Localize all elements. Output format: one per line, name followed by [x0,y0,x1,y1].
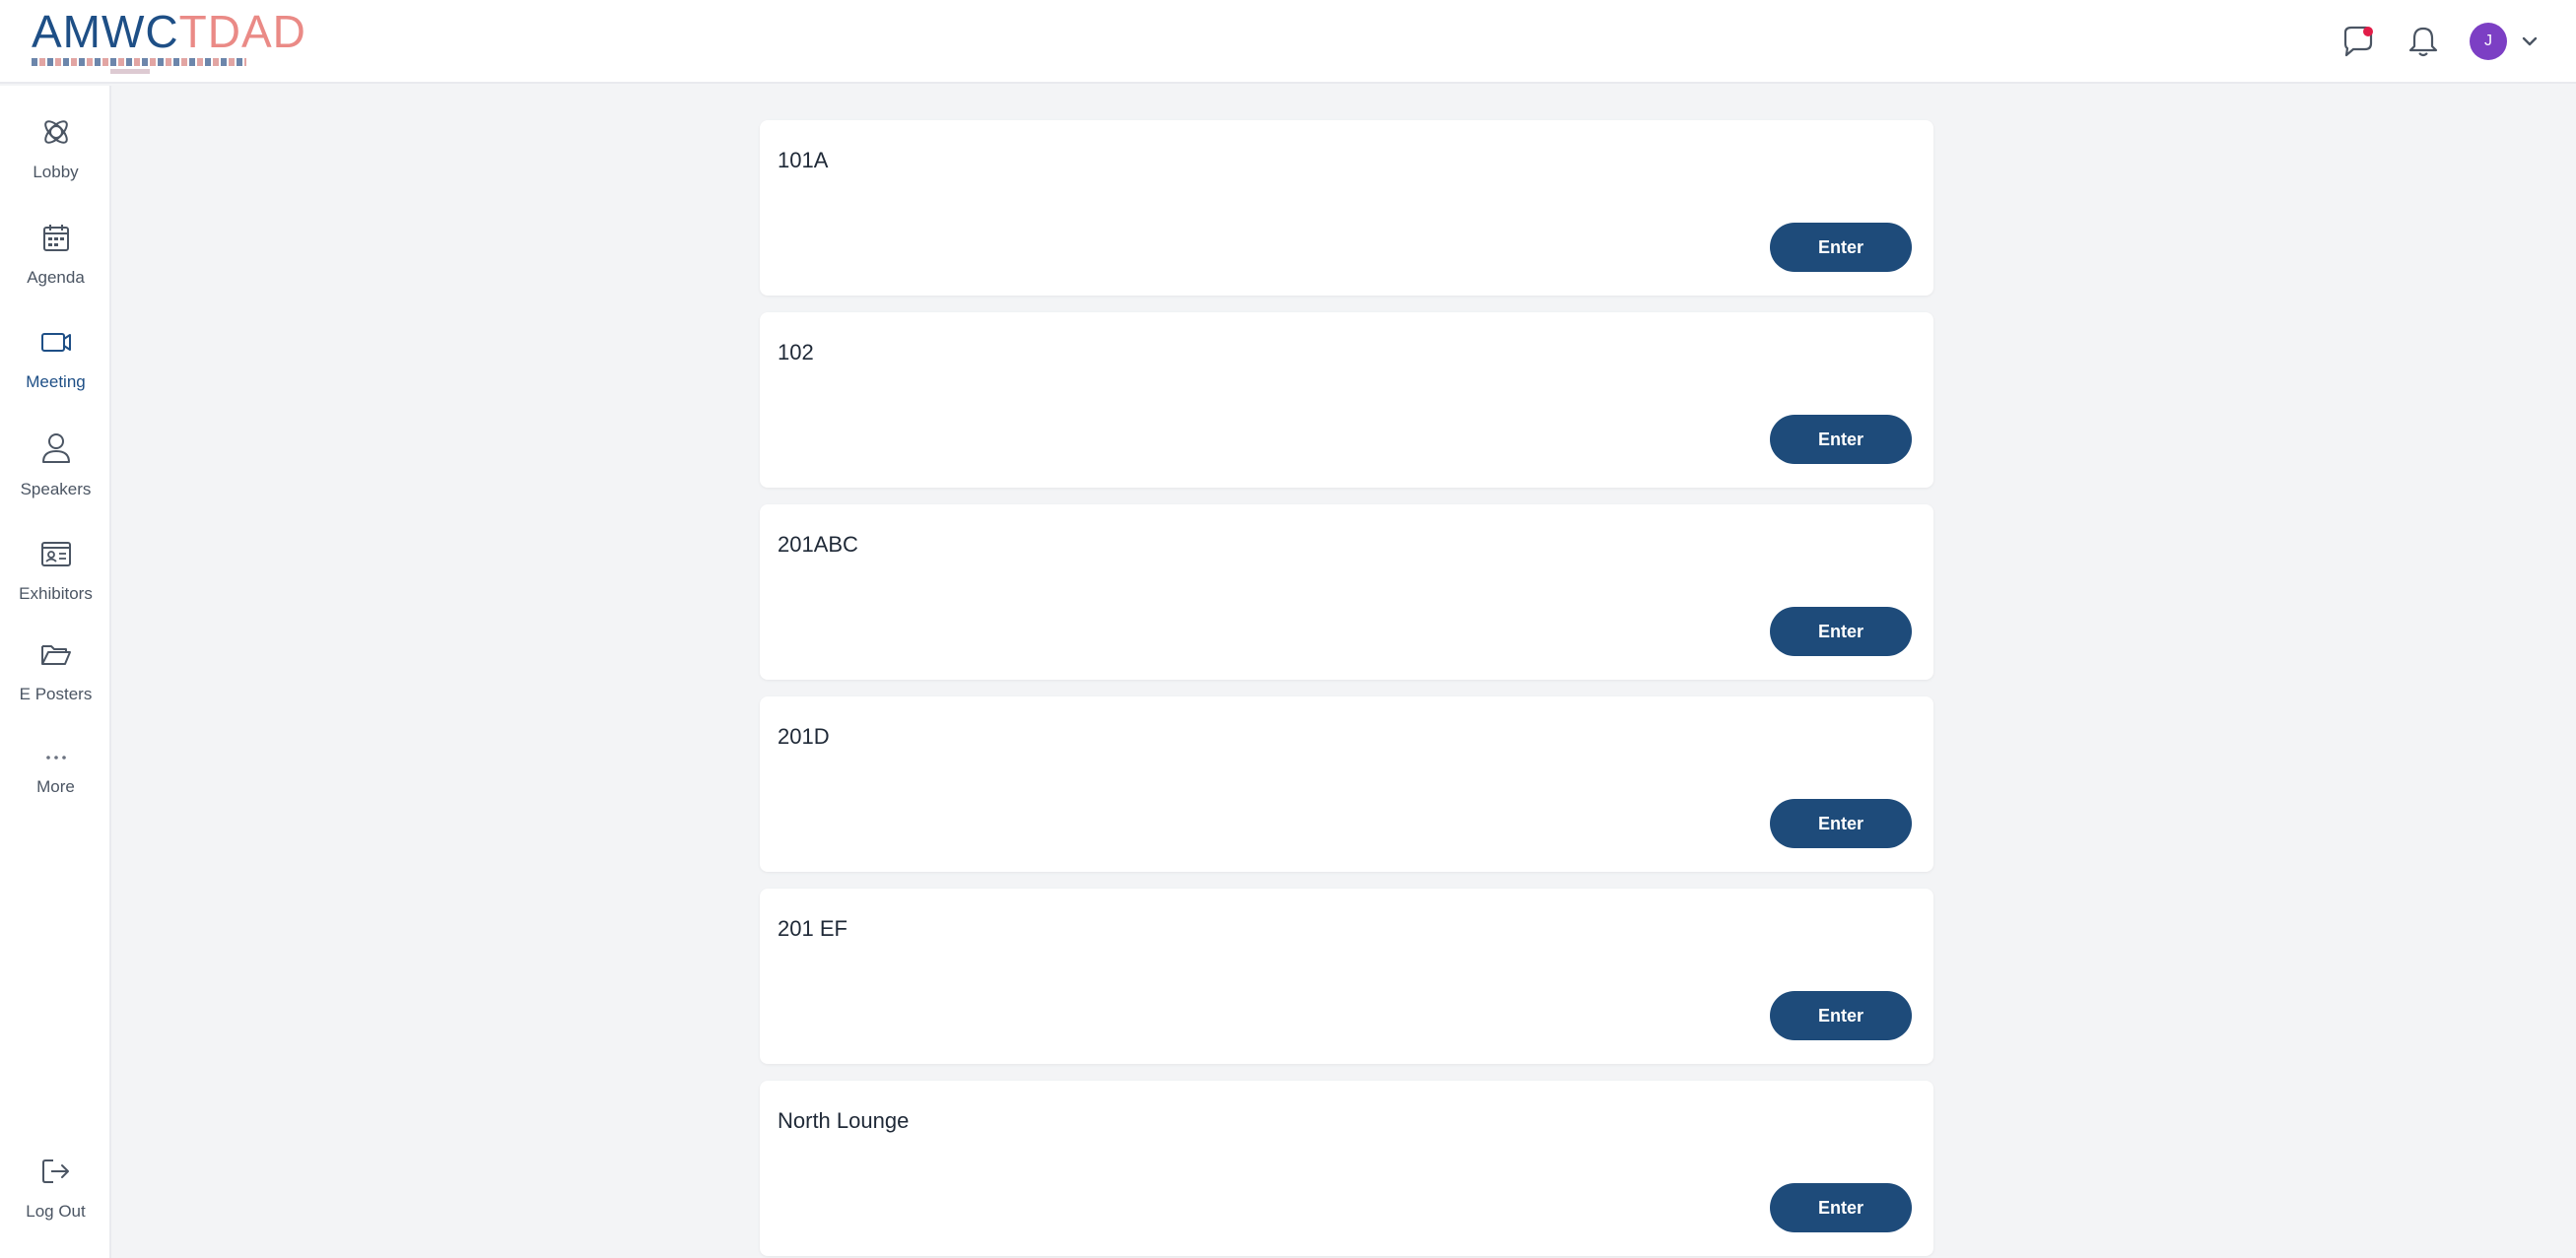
more-icon [41,752,71,763]
sidebar-item-label: Exhibitors [19,584,93,603]
logo-tagline [32,57,246,66]
room-card: 201ABC Enter [760,504,1933,680]
sidebar-item-label: Log Out [26,1202,86,1221]
person-icon [39,430,73,466]
sidebar-item-label: More [36,777,75,796]
top-actions: J [2338,22,2539,60]
sidebar-item-logout[interactable]: Log Out [0,1155,111,1222]
room-name: 201D [778,724,830,749]
user-menu[interactable]: J [2470,22,2539,60]
room-card: 201 EF Enter [760,889,1933,1064]
sidebar-item-exhibitors[interactable]: Exhibitors [0,537,111,604]
enter-room-button[interactable]: Enter [1770,991,1912,1040]
id-card-icon [38,537,74,570]
sidebar-item-label: E Posters [19,685,93,703]
chat-icon[interactable] [2338,23,2377,60]
sidebar-item-more[interactable]: More [0,752,111,797]
meeting-rooms-list: 101A Enter 102 Enter 201ABC Enter 201D E… [111,86,2576,1258]
room-name: North Lounge [778,1108,910,1133]
sidebar: Lobby Agenda Meeting Speakers Exhibitors… [0,86,111,1258]
lobby-icon [39,115,73,149]
sidebar-item-label: Lobby [33,163,79,181]
avatar[interactable]: J [2470,22,2507,60]
room-name: 201ABC [778,532,858,557]
logo-text-main: AMWC [32,5,179,57]
video-icon [38,325,74,359]
sidebar-item-label: Meeting [26,372,86,391]
logout-icon [38,1155,74,1188]
sidebar-item-e-posters[interactable]: E Posters [0,637,111,704]
room-card: 201D Enter [760,696,1933,872]
enter-room-button[interactable]: Enter [1770,1183,1912,1232]
calendar-icon [39,221,73,254]
top-bar: AMWC TDAD J [0,0,2576,84]
enter-room-button[interactable]: Enter [1770,415,1912,464]
logo[interactable]: AMWC TDAD [32,9,306,74]
sidebar-item-speakers[interactable]: Speakers [0,430,111,499]
enter-room-button[interactable]: Enter [1770,799,1912,848]
sidebar-item-meeting[interactable]: Meeting [0,325,111,392]
sidebar-item-label: Speakers [20,480,92,498]
room-card: 102 Enter [760,312,1933,488]
sidebar-item-lobby[interactable]: Lobby [0,115,111,182]
room-name: 102 [778,340,814,364]
folder-icon [38,637,74,671]
bell-icon[interactable] [2407,23,2440,60]
room-name: 201 EF [778,916,847,941]
logo-text-accent: TDAD [178,5,306,57]
room-card: 101A Enter [760,120,1933,296]
room-name: 101A [778,148,829,172]
chevron-down-icon[interactable] [2521,35,2539,47]
enter-room-button[interactable]: Enter [1770,223,1912,272]
enter-room-button[interactable]: Enter [1770,607,1912,656]
sidebar-item-agenda[interactable]: Agenda [0,221,111,288]
sidebar-item-label: Agenda [27,268,85,287]
room-card: North Lounge Enter [760,1081,1933,1256]
logo-subline [110,68,150,74]
